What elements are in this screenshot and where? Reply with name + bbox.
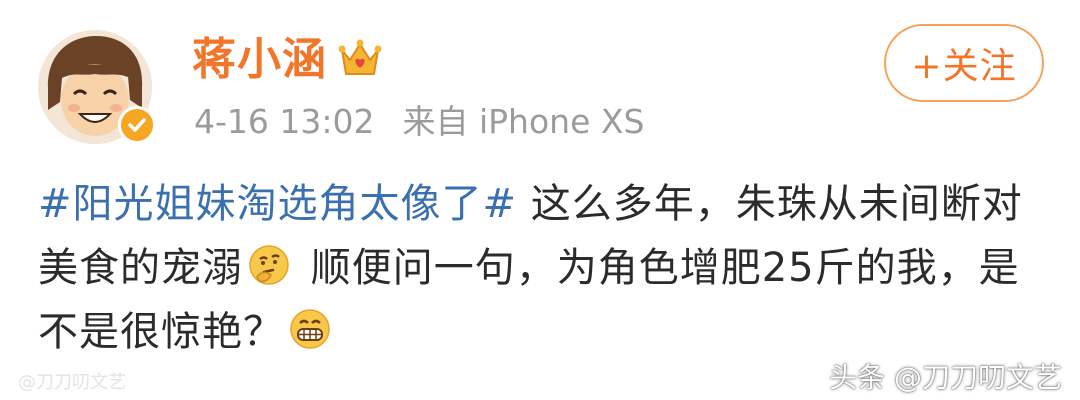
post-time: 4-16 13:02 <box>194 102 375 141</box>
watermark-left: @刀刀叨文艺 <box>18 372 126 393</box>
follow-button[interactable]: +关注 <box>884 24 1044 102</box>
grinning-face-emoji-icon <box>288 306 332 350</box>
weibo-post-card: 蒋小涵 4-16 13:02 来自 iPhone XS +关注 #阳光姐妹淘选角太… <box>0 0 1080 400</box>
crown-icon <box>336 34 384 82</box>
watermark-right: 头条 @刀刀叨文艺 <box>829 361 1062 394</box>
verified-check-icon <box>118 106 156 144</box>
post-content: #阳光姐妹淘选角太像了# 这么多年，朱珠从未间断对美食的宠溺 顺便问一句，为角色… <box>38 172 1048 364</box>
hashtag-link[interactable]: #阳光姐妹淘选角太像了# <box>38 181 517 227</box>
post-meta: 4-16 13:02 来自 iPhone XS <box>194 100 644 144</box>
username[interactable]: 蒋小涵 <box>192 32 327 88</box>
thinking-face-emoji-icon <box>247 242 291 286</box>
post-source[interactable]: 来自 iPhone XS <box>403 102 645 141</box>
